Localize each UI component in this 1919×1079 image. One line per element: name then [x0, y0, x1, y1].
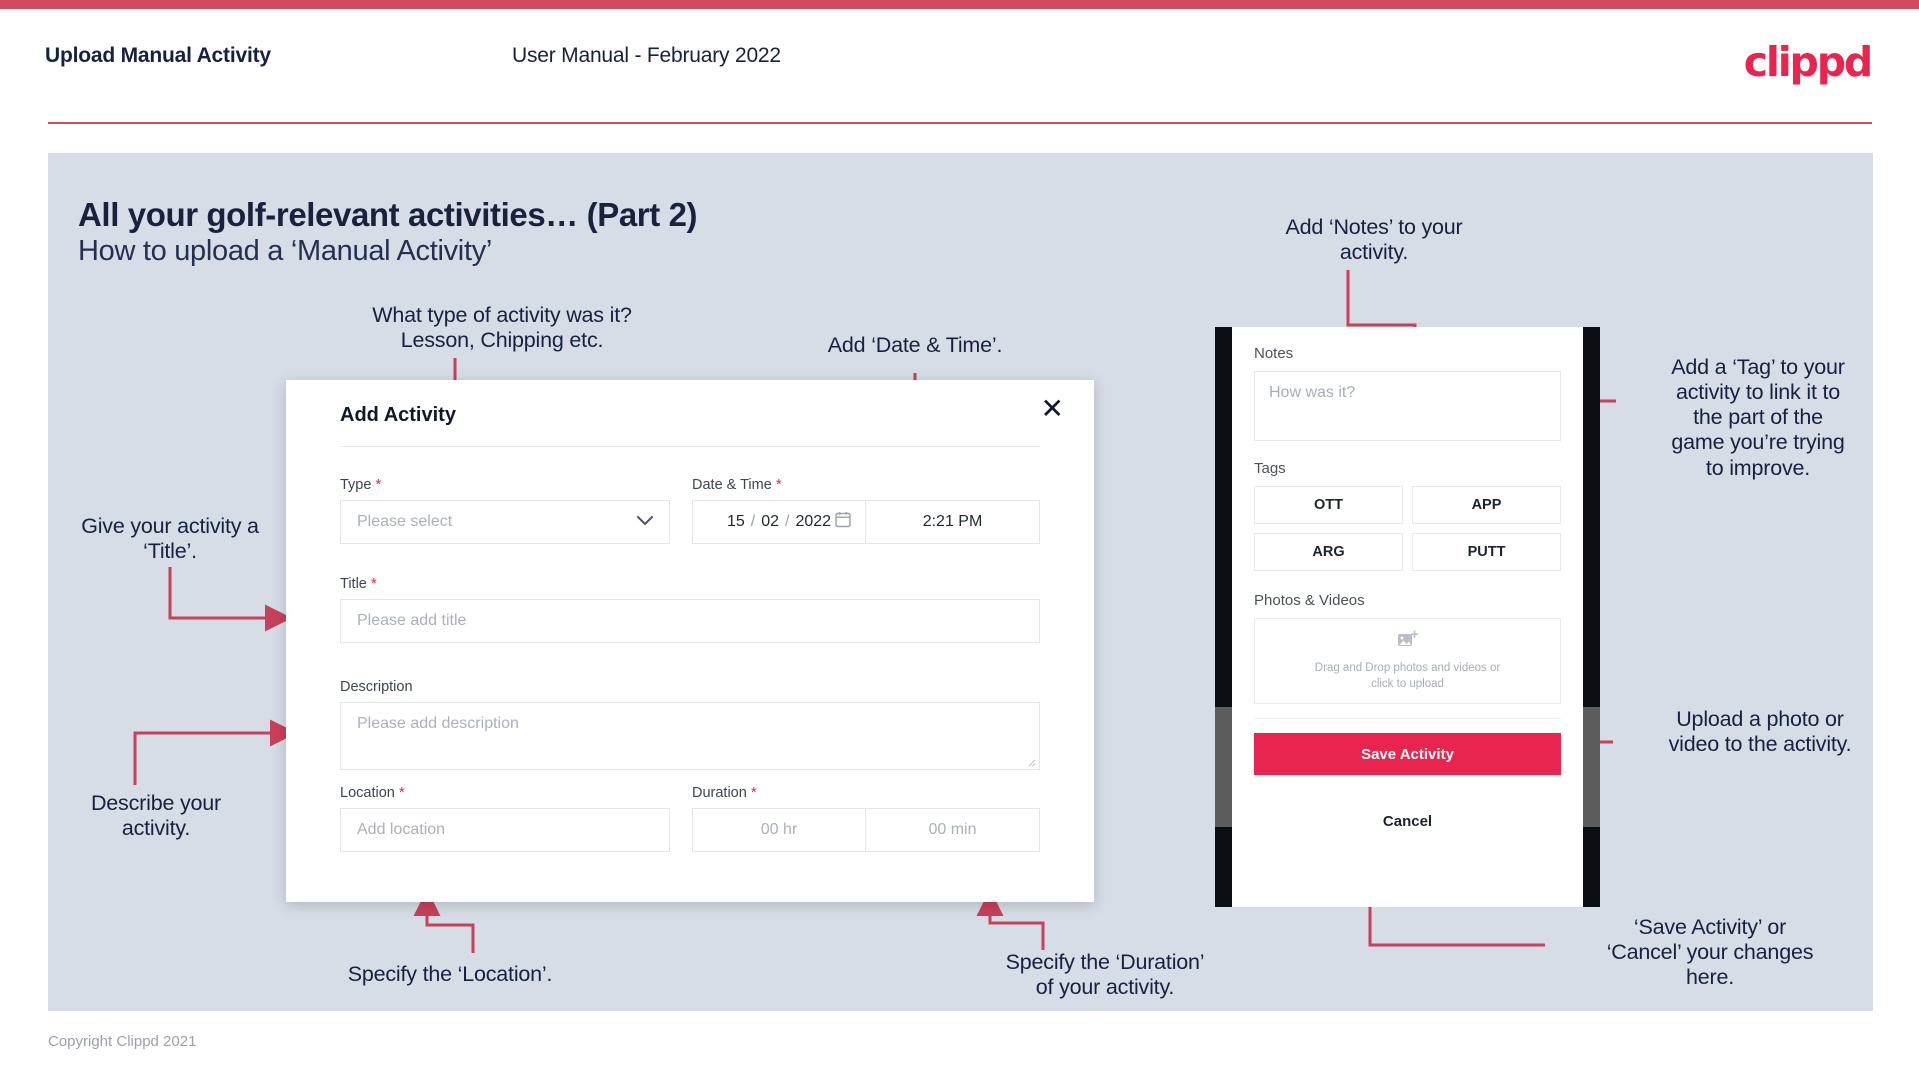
- location-input[interactable]: Add location: [340, 808, 670, 852]
- field-duration: Duration * 00 hr 00 min: [692, 784, 1040, 852]
- datetime-inputs: 15 / 02 / 2022 2:21 PM: [692, 500, 1040, 544]
- resize-handle-icon[interactable]: [1026, 757, 1036, 767]
- phone-frame-left: [1215, 327, 1232, 907]
- field-title: Title * Please add title: [340, 575, 1040, 643]
- dialog-divider: [340, 446, 1040, 447]
- phone-mockup: Notes How was it? Tags OTT APP ARG PUTT …: [1215, 327, 1600, 907]
- field-description: Description Please add description: [340, 678, 1040, 770]
- phone-volume-button-left: [1215, 707, 1232, 827]
- phone-screen: Notes How was it? Tags OTT APP ARG PUTT …: [1232, 327, 1583, 907]
- annotation-tag: Add a ‘Tag’ to your activity to link it …: [1671, 355, 1845, 480]
- phone-divider: [1254, 718, 1561, 719]
- notes-input[interactable]: How was it?: [1254, 371, 1561, 441]
- annotation-description: Describe your activity.: [90, 791, 222, 841]
- location-label: Location *: [340, 784, 405, 801]
- date-year: 2022: [795, 513, 832, 530]
- date-month: 02: [761, 513, 779, 530]
- required-marker: *: [398, 784, 405, 801]
- duration-inputs: 00 hr 00 min: [692, 808, 1040, 852]
- header-left-title: Upload Manual Activity: [45, 44, 271, 67]
- title-placeholder: Please add title: [357, 612, 467, 629]
- slide-canvas: Upload Manual Activity User Manual - Feb…: [0, 0, 1919, 1079]
- page-subtitle: How to upload a ‘Manual Activity’: [78, 235, 493, 267]
- close-icon[interactable]: ✕: [1041, 395, 1064, 423]
- annotation-datetime: Add ‘Date & Time’.: [827, 333, 1003, 357]
- annotation-save-cancel: ‘Save Activity’ or ‘Cancel’ your changes…: [1606, 915, 1814, 990]
- dropzone-text: Drag and Drop photos and videos or click…: [1314, 661, 1501, 690]
- cancel-button[interactable]: Cancel: [1254, 813, 1561, 830]
- add-activity-dialog: Add Activity ✕ Type * Please select Date…: [286, 380, 1094, 902]
- clippd-logo: clippd: [1743, 38, 1873, 86]
- annotation-duration: Specify the ‘Duration’ of your activity.: [1005, 950, 1205, 1000]
- datetime-label: Date & Time *: [692, 476, 782, 493]
- duration-label: Duration *: [692, 784, 757, 801]
- field-datetime: Date & Time * 15 / 02 / 2022 2:21 PM: [692, 476, 1040, 544]
- save-activity-button[interactable]: Save Activity: [1254, 733, 1561, 775]
- tags-group: OTT APP ARG PUTT: [1254, 486, 1561, 571]
- chevron-down-icon: [637, 513, 653, 531]
- type-select[interactable]: Please select: [340, 500, 670, 544]
- annotation-upload: Upload a photo or video to the activity.: [1668, 707, 1852, 757]
- required-marker: *: [375, 476, 382, 493]
- dialog-title: Add Activity: [340, 404, 456, 426]
- date-day: 15: [726, 513, 745, 530]
- tag-ott[interactable]: OTT: [1254, 486, 1403, 524]
- annotation-type: What type of activity was it? Lesson, Ch…: [372, 303, 632, 353]
- add-image-icon: [1397, 630, 1419, 655]
- field-type: Type * Please select: [340, 476, 670, 544]
- required-marker: *: [370, 575, 377, 592]
- notes-label: Notes: [1254, 345, 1294, 362]
- location-placeholder: Add location: [357, 821, 446, 838]
- type-label: Type *: [340, 476, 382, 493]
- description-label: Description: [340, 679, 413, 695]
- tag-putt[interactable]: PUTT: [1412, 533, 1561, 571]
- photo-upload-dropzone[interactable]: Drag and Drop photos and videos or click…: [1254, 618, 1561, 704]
- header-center-title: User Manual - February 2022: [512, 44, 781, 67]
- duration-hours-input[interactable]: 00 hr: [692, 808, 866, 852]
- duration-minutes-input[interactable]: 00 min: [866, 808, 1040, 852]
- copyright-footer: Copyright Clippd 2021: [48, 1033, 197, 1050]
- tags-label: Tags: [1254, 460, 1286, 477]
- tag-arg[interactable]: ARG: [1254, 533, 1403, 571]
- description-placeholder: Please add description: [357, 715, 519, 732]
- brand-top-bar: [0, 0, 1919, 9]
- annotation-location: Specify the ‘Location’.: [347, 962, 553, 986]
- photos-videos-label: Photos & Videos: [1254, 592, 1365, 609]
- field-location: Location * Add location: [340, 784, 670, 852]
- date-sep-1: /: [750, 513, 756, 530]
- page-title: All your golf-relevant activities… (Part…: [78, 196, 698, 233]
- phone-frame-right: [1583, 327, 1600, 907]
- annotation-title: Give your activity a ‘Title’.: [81, 514, 259, 564]
- time-input[interactable]: 2:21 PM: [866, 500, 1040, 544]
- required-marker: *: [775, 476, 782, 493]
- title-label: Title *: [340, 575, 377, 592]
- dialog-header: Add Activity ✕: [286, 380, 1094, 446]
- type-placeholder: Please select: [357, 513, 453, 530]
- date-sep-2: /: [785, 513, 790, 530]
- annotation-notes: Add ‘Notes’ to your activity.: [1285, 215, 1463, 265]
- calendar-icon[interactable]: [835, 511, 851, 533]
- tag-app[interactable]: APP: [1412, 486, 1561, 524]
- title-input[interactable]: Please add title: [340, 599, 1040, 643]
- header-divider: [48, 122, 1872, 124]
- required-marker: *: [750, 784, 757, 801]
- date-input[interactable]: 15 / 02 / 2022: [692, 500, 866, 544]
- phone-volume-button-right: [1583, 707, 1600, 827]
- description-textarea[interactable]: Please add description: [340, 702, 1040, 770]
